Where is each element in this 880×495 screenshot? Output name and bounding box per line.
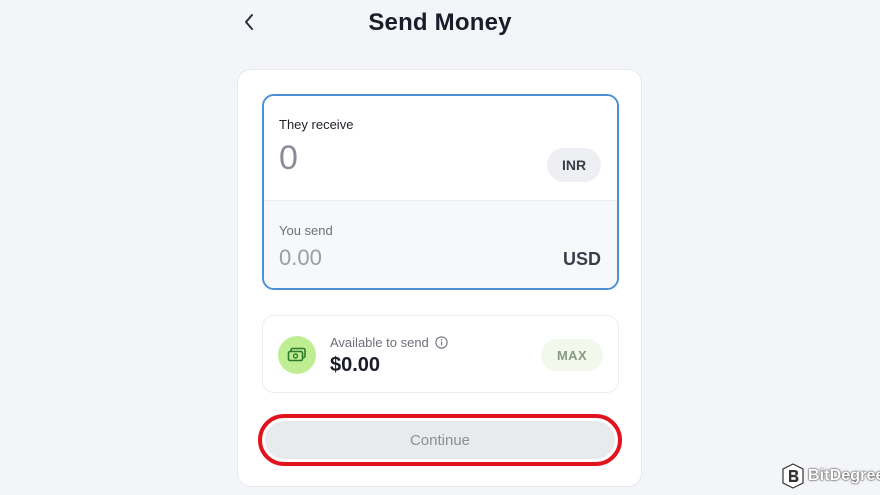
bitdegree-watermark: BitDegree xyxy=(782,462,880,490)
page-title: Send Money xyxy=(368,9,512,36)
exchange-panel: They receive 0 INR You send 0.00 USD xyxy=(262,94,619,290)
receive-amount-input[interactable]: 0 xyxy=(279,139,298,178)
max-button[interactable]: MAX xyxy=(541,339,603,371)
send-amount-input[interactable]: 0.00 xyxy=(279,245,322,271)
continue-button[interactable]: Continue xyxy=(265,421,615,459)
send-money-card: They receive 0 INR You send 0.00 USD Ava… xyxy=(237,69,642,487)
receive-currency-selector[interactable]: INR xyxy=(547,148,601,182)
available-amount: $0.00 xyxy=(330,354,381,376)
send-label: You send xyxy=(279,223,333,238)
bitdegree-brand: BitDegree xyxy=(808,467,880,484)
available-balance-box: Available to send $0.00 MAX xyxy=(262,315,619,393)
send-section: You send 0.00 USD xyxy=(264,200,617,288)
cash-icon xyxy=(278,336,316,374)
continue-highlight-ring: Continue xyxy=(258,414,622,466)
receive-label: They receive xyxy=(279,117,354,132)
available-label-row: Available to send xyxy=(330,335,448,350)
bitdegree-logo-icon xyxy=(782,463,804,489)
send-currency: USD xyxy=(562,249,601,269)
receive-section: They receive 0 INR xyxy=(264,96,617,200)
info-icon[interactable] xyxy=(435,336,448,349)
available-label: Available to send xyxy=(330,335,429,350)
